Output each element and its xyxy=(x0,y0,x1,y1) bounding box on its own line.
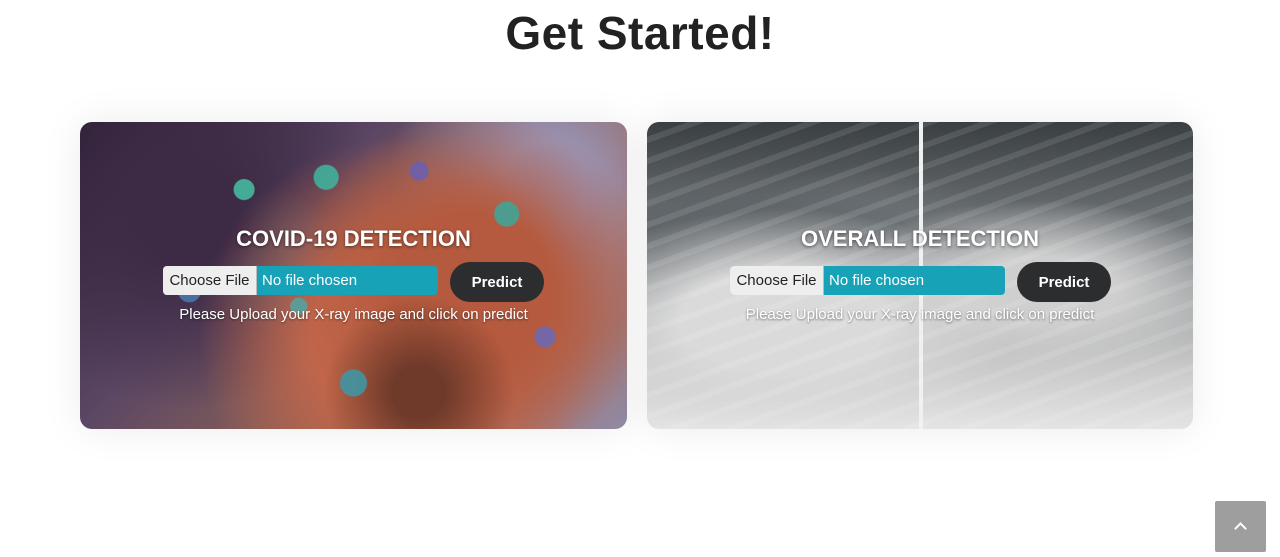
covid-upload-hint: Please Upload your X-ray image and click… xyxy=(179,306,528,323)
covid-card-title: COVID-19 DETECTION xyxy=(236,226,471,251)
covid-predict-button[interactable]: Predict xyxy=(450,262,544,302)
covid-file-input[interactable]: Choose File No file chosen xyxy=(163,266,438,295)
overall-file-status: No file chosen xyxy=(829,272,925,289)
chevron-up-icon xyxy=(1234,522,1247,535)
overall-upload-hint: Please Upload your X-ray image and click… xyxy=(745,306,1095,323)
covid-choose-file-button[interactable]: Choose File xyxy=(163,266,257,295)
back-to-top-button[interactable] xyxy=(1215,501,1266,552)
overall-detection-card: OVERALL DETECTION Choose File No file ch… xyxy=(647,122,1193,429)
overall-card-title: OVERALL DETECTION xyxy=(801,226,1039,251)
overall-card-content: OVERALL DETECTION Choose File No file ch… xyxy=(647,122,1193,429)
covid-card-content: COVID-19 DETECTION Choose File No file c… xyxy=(80,122,627,429)
covid-detection-card: COVID-19 DETECTION Choose File No file c… xyxy=(80,122,627,429)
overall-choose-file-button[interactable]: Choose File xyxy=(730,266,824,295)
overall-file-input[interactable]: Choose File No file chosen xyxy=(730,266,1005,295)
covid-file-status: No file chosen xyxy=(262,272,358,289)
page: Get Started! COVID-19 DETECTION Choose F… xyxy=(0,0,1280,557)
page-title: Get Started! xyxy=(505,7,775,59)
overall-predict-button[interactable]: Predict xyxy=(1017,262,1111,302)
